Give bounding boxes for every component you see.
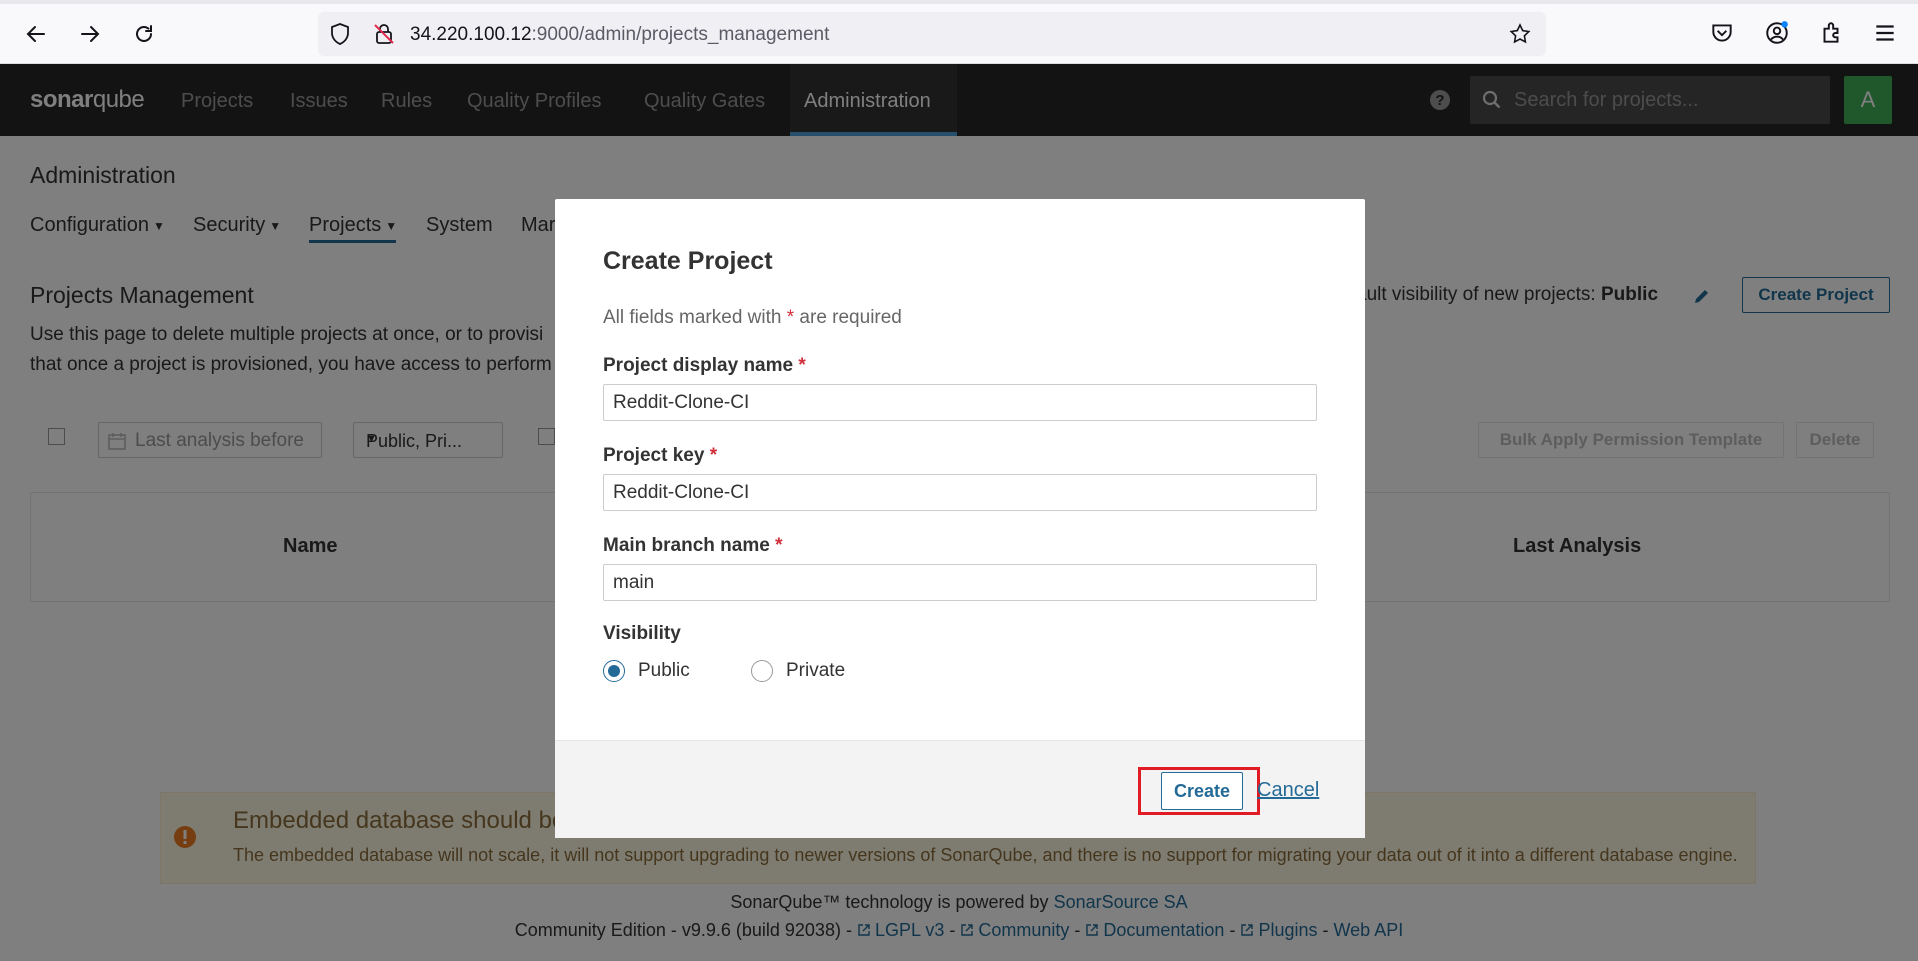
visibility-public-label[interactable]: Public <box>638 660 690 682</box>
project-key-label-text: Project key <box>603 445 705 466</box>
visibility-private-label[interactable]: Private <box>786 660 845 682</box>
visibility-private-radio[interactable] <box>751 660 773 682</box>
required-star: * <box>775 535 783 556</box>
arrow-right-icon <box>81 26 100 42</box>
main-branch-label-text: Main branch name <box>603 535 770 556</box>
main-branch-input[interactable] <box>603 564 1317 601</box>
extensions-icon[interactable] <box>1818 20 1844 46</box>
project-key-input[interactable] <box>603 474 1317 511</box>
project-key-label: Project key * <box>603 445 717 467</box>
required-note-prefix: All fields marked with <box>603 307 782 328</box>
required-star: * <box>798 355 806 376</box>
account-icon[interactable] <box>1764 20 1790 46</box>
pocket-icon[interactable] <box>1709 20 1735 46</box>
main-branch-label: Main branch name * <box>603 535 783 557</box>
display-name-label: Project display name * <box>603 355 806 377</box>
back-button[interactable] <box>18 16 54 52</box>
url-bar[interactable]: 34.220.100.12:9000/admin/projects_manage… <box>318 12 1546 56</box>
url-text[interactable]: 34.220.100.12:9000/admin/projects_manage… <box>410 24 829 46</box>
browser-toolbar: 34.220.100.12:9000/admin/projects_manage… <box>0 0 1918 64</box>
visibility-label: Visibility <box>603 623 681 644</box>
tab-strip-edge <box>0 0 1918 4</box>
reload-button[interactable] <box>126 16 162 52</box>
bookmark-star-icon[interactable] <box>1508 22 1532 46</box>
reload-icon <box>136 25 152 42</box>
visibility-public-radio[interactable] <box>603 660 625 682</box>
required-star: * <box>709 445 718 466</box>
forward-button[interactable] <box>72 16 108 52</box>
menu-icon[interactable] <box>1872 20 1898 46</box>
display-name-label-text: Project display name <box>603 355 794 376</box>
modal-title: Create Project <box>603 247 773 275</box>
url-host: 34.220.100.12 <box>410 24 532 45</box>
insecure-lock-icon[interactable] <box>372 22 396 46</box>
arrow-left-icon <box>26 26 45 42</box>
cancel-link[interactable]: Cancel <box>1257 779 1319 802</box>
shield-icon[interactable] <box>328 22 352 46</box>
modal-footer: Create Cancel <box>555 740 1365 838</box>
required-note-suffix: are required <box>799 307 902 328</box>
required-star: * <box>786 307 795 328</box>
project-display-name-input[interactable] <box>603 384 1317 421</box>
required-fields-note: All fields marked with * are required <box>603 307 902 329</box>
create-project-modal: Create Project All fields marked with * … <box>555 199 1365 838</box>
create-button[interactable]: Create <box>1161 772 1243 810</box>
url-path: :9000/admin/projects_management <box>531 24 830 45</box>
